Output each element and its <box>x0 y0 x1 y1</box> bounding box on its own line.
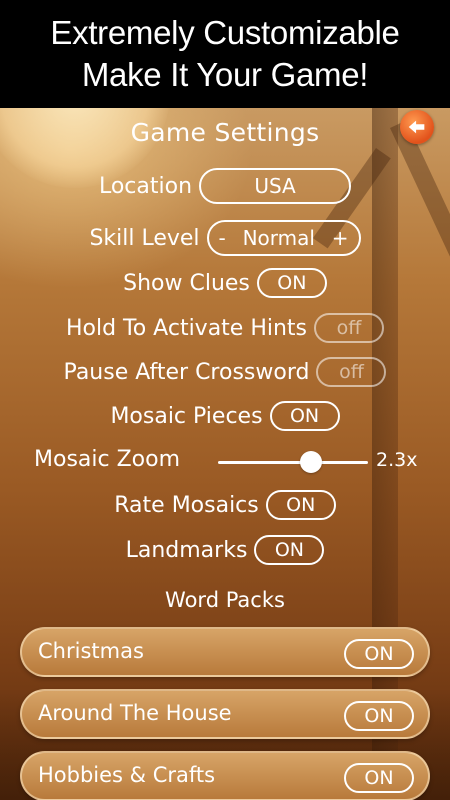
mosaic-zoom-value: 2.3x <box>376 449 418 471</box>
hold-hints-row: Hold To Activate Hints off <box>0 313 450 343</box>
mosaic-zoom-row: Mosaic Zoom 2.3x <box>34 445 434 479</box>
location-selector[interactable]: USA <box>199 168 352 204</box>
word-packs-heading: Word Packs <box>165 588 285 612</box>
mosaic-pieces-label: Mosaic Pieces <box>110 403 263 429</box>
location-row: Location USA <box>0 168 450 204</box>
word-pack-toggle[interactable]: ON <box>344 639 414 669</box>
mosaic-pieces-toggle[interactable]: ON <box>269 401 340 431</box>
location-label: Location <box>98 173 193 199</box>
rate-mosaics-row: Rate Mosaics ON <box>0 490 450 520</box>
word-pack-name: Around The House <box>38 701 232 725</box>
word-pack-item[interactable]: Hobbies & Crafts ON <box>20 751 430 800</box>
skill-level-value: Normal <box>242 226 315 250</box>
pause-after-toggle[interactable]: off <box>316 357 387 387</box>
hold-hints-toggle[interactable]: off <box>314 313 385 343</box>
mosaic-zoom-label: Mosaic Zoom <box>34 447 181 472</box>
banner-line-2: Make It Your Game! <box>81 56 369 93</box>
word-pack-name: Hobbies & Crafts <box>38 763 216 787</box>
skill-level-label: Skill Level <box>89 225 200 251</box>
landmarks-row: Landmarks ON <box>0 535 450 565</box>
word-pack-toggle[interactable]: ON <box>344 763 414 793</box>
landmarks-label: Landmarks <box>125 537 248 563</box>
hold-hints-label: Hold To Activate Hints <box>65 315 308 341</box>
show-clues-row: Show Clues ON <box>0 268 450 298</box>
skill-level-stepper: - Normal + <box>206 220 361 256</box>
skill-level-row: Skill Level - Normal + <box>0 220 450 256</box>
rate-mosaics-label: Rate Mosaics <box>114 492 259 518</box>
pause-after-label: Pause After Crossword <box>63 359 310 385</box>
skill-increase-button[interactable]: + <box>332 226 349 250</box>
pause-after-row: Pause After Crossword off <box>0 357 450 387</box>
landmarks-toggle[interactable]: ON <box>254 535 325 565</box>
skill-decrease-button[interactable]: - <box>219 226 226 250</box>
word-pack-item[interactable]: Christmas ON <box>20 627 430 677</box>
word-pack-name: Christmas <box>38 639 144 663</box>
page-title: Game Settings <box>130 118 320 147</box>
show-clues-toggle[interactable]: ON <box>256 268 327 298</box>
banner-line-1: Extremely Customizable <box>50 14 400 51</box>
word-pack-item[interactable]: Around The House ON <box>20 689 430 739</box>
mosaic-zoom-slider-track[interactable] <box>218 461 368 464</box>
promo-banner: Extremely Customizable Make It Your Game… <box>0 0 450 108</box>
show-clues-label: Show Clues <box>123 270 250 296</box>
mosaic-zoom-slider-thumb[interactable] <box>300 451 322 473</box>
settings-screen: Game Settings Location USA Skill Level -… <box>0 108 450 800</box>
mosaic-pieces-row: Mosaic Pieces ON <box>0 401 450 431</box>
rate-mosaics-toggle[interactable]: ON <box>265 490 336 520</box>
word-pack-toggle[interactable]: ON <box>344 701 414 731</box>
